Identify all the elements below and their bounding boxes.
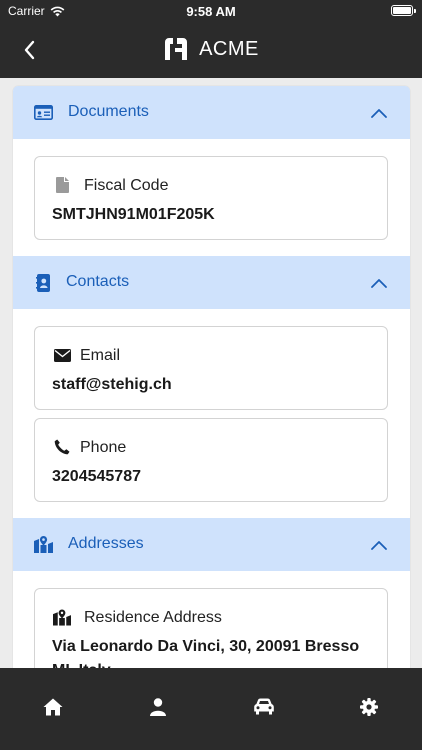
app-title: ACME: [199, 37, 259, 60]
residence-address-line2: MI, Italy: [52, 659, 111, 668]
address-book-icon: [34, 273, 53, 292]
tab-settings[interactable]: [317, 668, 422, 750]
section-header-contacts[interactable]: Contacts: [13, 256, 410, 309]
map-icon: [53, 608, 71, 626]
residence-address-line1: Via Leonardo Da Vinci, 30, 20091 Bresso: [52, 638, 360, 655]
fiscal-code-label: Fiscal Code: [84, 177, 169, 194]
tab-home[interactable]: [0, 668, 106, 750]
battery-icon: [391, 5, 416, 16]
field-email: Email staff@stehig.ch: [34, 326, 388, 410]
acme-logo-icon: [165, 38, 188, 60]
tab-vehicles[interactable]: [211, 668, 317, 750]
section-title-addresses: Addresses: [68, 535, 144, 552]
gear-icon: [360, 698, 379, 716]
chevron-up-icon[interactable]: [370, 536, 388, 554]
home-icon: [43, 698, 63, 716]
email-label: Email: [80, 347, 121, 364]
car-icon: [253, 698, 274, 715]
status-bar: Carrier 9:58 AM: [0, 0, 422, 22]
email-value: staff@stehig.ch: [52, 376, 172, 393]
field-residence-address: Residence Address Via Leonardo Da Vinci,…: [34, 588, 388, 668]
section-title-contacts: Contacts: [66, 273, 130, 290]
brand: ACME: [0, 36, 422, 62]
tab-profile[interactable]: [106, 668, 212, 750]
section-title-documents: Documents: [68, 103, 149, 120]
chevron-up-icon[interactable]: [370, 274, 388, 292]
section-header-addresses[interactable]: Addresses: [13, 518, 410, 571]
tab-bar: [0, 668, 422, 750]
envelope-icon: [53, 347, 71, 363]
phone-icon: [53, 439, 71, 455]
field-phone: Phone 3204545787: [34, 418, 388, 502]
id-card-icon: [34, 103, 53, 122]
user-icon: [150, 698, 167, 716]
map-icon: [34, 535, 53, 554]
main-content[interactable]: Documents Fiscal Code SMTJHN91M01F205K C…: [0, 78, 422, 668]
header: ACME: [0, 22, 422, 78]
profile-card: Documents Fiscal Code SMTJHN91M01F205K C…: [13, 86, 410, 668]
residence-address-label: Residence Address: [84, 609, 222, 626]
section-header-documents[interactable]: Documents: [13, 86, 410, 139]
chevron-up-icon[interactable]: [370, 104, 388, 122]
fiscal-code-value: SMTJHN91M01F205K: [52, 206, 215, 223]
phone-label: Phone: [80, 439, 127, 456]
phone-value: 3204545787: [52, 468, 141, 485]
field-fiscal-code: Fiscal Code SMTJHN91M01F205K: [34, 156, 388, 240]
clock: 9:58 AM: [186, 4, 236, 19]
file-icon: [53, 177, 71, 193]
